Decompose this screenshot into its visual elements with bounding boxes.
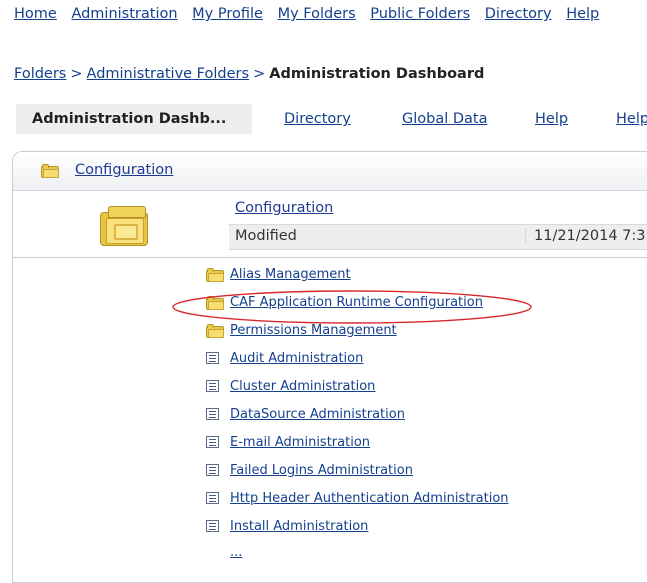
configuration-panel: Configuration Configuration Modified 11/… — [12, 151, 647, 583]
panel-header-title-link[interactable]: Configuration — [75, 162, 173, 178]
list-icon — [206, 380, 219, 392]
list-icon — [206, 408, 219, 420]
breadcrumb-folders-link[interactable]: Folders — [14, 66, 66, 82]
nav-home-link[interactable]: Home — [14, 6, 57, 22]
configuration-title-link[interactable]: Configuration — [235, 200, 333, 216]
list-icon — [206, 352, 219, 364]
list-icon — [206, 464, 219, 476]
tab-global-data-label[interactable]: Global Data — [402, 111, 488, 127]
panel-header: Configuration — [13, 152, 647, 191]
failed-logins-administration-link[interactable]: Failed Logins Administration — [230, 463, 413, 478]
folder-icon — [206, 268, 224, 282]
modified-value: 11/21/2014 7:3 — [525, 228, 646, 244]
breadcrumb-separator: > — [70, 66, 83, 82]
tab-help-label[interactable]: Help — [535, 111, 568, 127]
breadcrumb-separator: > — [253, 66, 266, 82]
list-icon — [206, 436, 219, 448]
http-header-authentication-administration-link[interactable]: Http Header Authentication Administratio… — [230, 491, 509, 506]
tab-directory[interactable]: Directory — [284, 104, 351, 134]
tab-directory-label[interactable]: Directory — [284, 111, 351, 127]
top-nav: Home Administration My Profile My Folder… — [14, 6, 609, 22]
email-administration-link[interactable]: E-mail Administration — [230, 435, 370, 450]
nav-help-link[interactable]: Help — [566, 6, 599, 22]
folder-icon — [206, 324, 224, 338]
tab-strip: Administration Dashb... Directory Global… — [16, 104, 647, 134]
large-folder-icon — [100, 206, 148, 246]
more-items-link[interactable]: ... — [230, 545, 242, 560]
install-administration-link[interactable]: Install Administration — [230, 519, 368, 534]
highlight-ellipse — [172, 290, 532, 324]
tab-help[interactable]: Help — [535, 104, 568, 134]
alias-management-link[interactable]: Alias Management — [230, 267, 351, 282]
audit-administration-link[interactable]: Audit Administration — [230, 351, 363, 366]
nav-my-folders-link[interactable]: My Folders — [278, 6, 356, 22]
tab-help-2-label[interactable]: Help — [616, 111, 647, 127]
tab-administration-dashboard[interactable]: Administration Dashb... — [16, 104, 252, 134]
nav-public-folders-link[interactable]: Public Folders — [370, 6, 470, 22]
modified-row: Modified 11/21/2014 7:3 — [229, 224, 647, 250]
folder-icon — [41, 164, 59, 178]
list-icon — [206, 520, 219, 532]
tab-global-data[interactable]: Global Data — [402, 104, 488, 134]
breadcrumb-current: Administration Dashboard — [269, 66, 485, 82]
list-icon — [206, 492, 219, 504]
nav-my-profile-link[interactable]: My Profile — [192, 6, 263, 22]
breadcrumb-administrative-folders-link[interactable]: Administrative Folders — [87, 66, 250, 82]
cluster-administration-link[interactable]: Cluster Administration — [230, 379, 375, 394]
nav-administration-link[interactable]: Administration — [71, 6, 177, 22]
tab-help-2[interactable]: Help — [616, 104, 647, 134]
modified-label: Modified — [235, 228, 297, 244]
breadcrumb: Folders > Administrative Folders > Administr… — [14, 66, 484, 82]
divider — [13, 257, 647, 258]
nav-directory-link[interactable]: Directory — [485, 6, 552, 22]
datasource-administration-link[interactable]: DataSource Administration — [230, 407, 405, 422]
